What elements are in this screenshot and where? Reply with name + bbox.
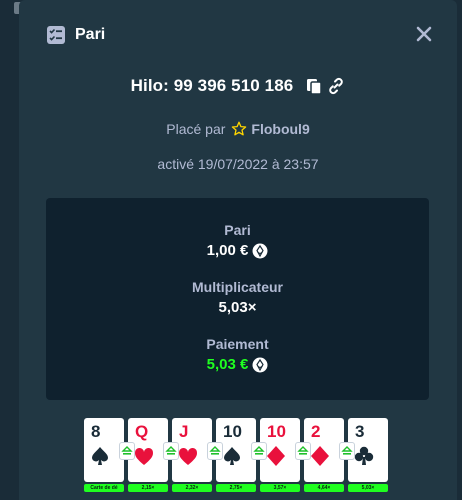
playing-card: 8 — [84, 418, 124, 482]
multiplier-value: 5,03× — [218, 299, 257, 316]
heart-suit-icon — [134, 447, 154, 465]
currency-coin-icon — [252, 243, 268, 258]
bet-value: 1,00 € — [206, 242, 249, 259]
modal-title-wrap: Pari — [46, 25, 105, 45]
star-icon — [232, 121, 247, 136]
currency-coin-icon — [252, 357, 268, 372]
card-multiplier-badge: 2,75× — [216, 484, 256, 492]
spade-suit-icon — [92, 447, 108, 465]
bet-slip-icon — [47, 26, 65, 44]
guess-direction-icon — [251, 442, 267, 460]
payout-value: 5,03 € — [206, 356, 249, 373]
card-multiplier-badge: 3,57× — [260, 484, 300, 492]
username-link[interactable]: Floboul9 — [251, 121, 309, 137]
card-rank: J — [179, 422, 189, 441]
game-id: Hilo: 99 396 510 186 — [130, 76, 294, 95]
game-id-line: Hilo: 99 396 510 186 — [19, 76, 457, 96]
guess-direction-icon — [119, 442, 135, 460]
card-rank: 10 — [267, 422, 286, 441]
card-multiplier-badge: 2,15× — [128, 484, 168, 492]
card-rank: 2 — [311, 422, 321, 441]
payout-label: Paiement — [206, 336, 269, 352]
modal-title: Pari — [75, 26, 106, 43]
guess-direction-icon — [339, 442, 355, 460]
stat-multiplier: Multiplicateur 5,03× — [46, 279, 429, 316]
guess-direction-icon — [207, 442, 223, 460]
cards-row: 8 Carte de dé Q 2,15× J 2,32× 10 2,75× 10 3,57× 2 4… — [84, 418, 414, 500]
diamond-suit-icon — [311, 446, 329, 466]
heart-suit-icon — [178, 447, 198, 465]
diamond-suit-icon — [267, 446, 285, 466]
card-multiplier-badge: 5,03× — [348, 484, 388, 492]
bet-stats-panel: Pari 1,00 € Multiplicateur 5,03× Paiemen… — [46, 198, 429, 400]
card-rank: 8 — [91, 422, 101, 441]
link-icon[interactable] — [327, 77, 345, 95]
stat-payout: Paiement 5,03 € — [46, 336, 429, 373]
close-icon[interactable] — [416, 26, 432, 42]
card-rank: 10 — [223, 422, 242, 441]
stat-bet: Pari 1,00 € — [46, 222, 429, 259]
multiplier-label: Multiplicateur — [191, 279, 283, 295]
copy-icon[interactable] — [305, 77, 323, 95]
card-multiplier-badge: Carte de dé — [84, 484, 124, 492]
club-suit-icon — [354, 446, 374, 465]
activated-timestamp: activé 19/07/2022 à 23:57 — [157, 156, 319, 172]
card-rank: 3 — [355, 422, 365, 441]
guess-direction-icon — [163, 442, 179, 460]
spade-suit-icon — [224, 447, 240, 465]
bet-label: Pari — [224, 222, 251, 238]
placed-by-label: Placé par — [166, 121, 226, 137]
modal-header: Pari — [19, 0, 457, 70]
guess-direction-icon — [295, 442, 311, 460]
card-multiplier-badge: 4,64× — [304, 484, 344, 492]
card-multiplier-badge: 2,32× — [172, 484, 212, 492]
card-rank: Q — [135, 422, 149, 441]
placed-by-line: Placé par Floboul9 — [19, 121, 457, 137]
bet-modal: Pari Hilo: 99 396 510 186 Placé par Flob… — [19, 0, 457, 500]
